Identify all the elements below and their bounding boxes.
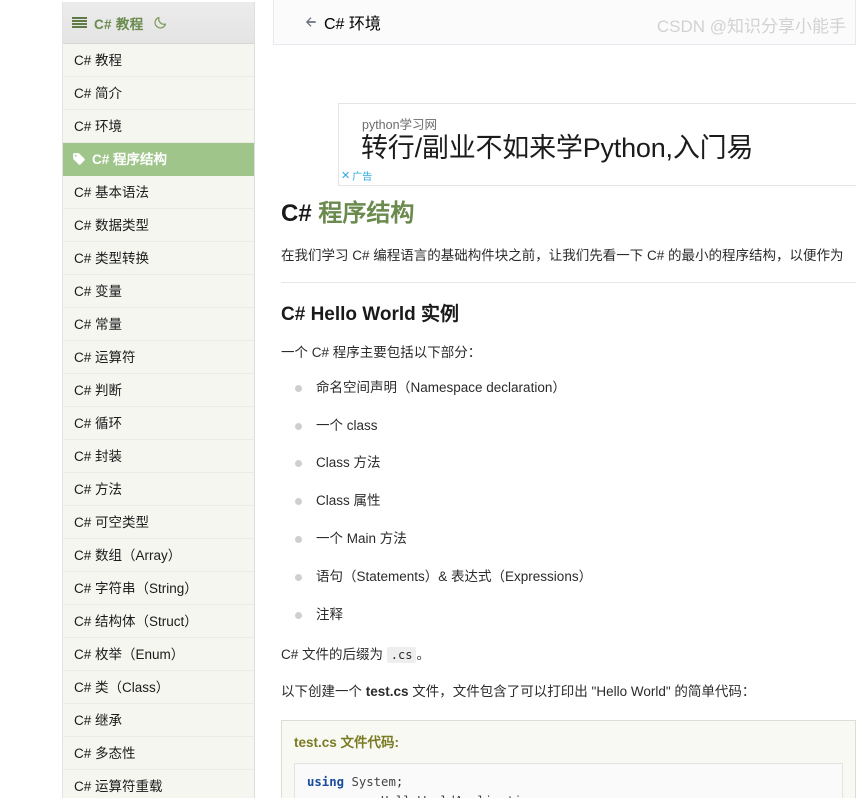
create-note-b: 文件，文件包含了可以打印出 "Hello World" 的简单代码： (408, 683, 756, 699)
sidebar-menu: C# 教程 C# 简介 C# 环境 C# 程序结构 C# 基本语法 C# 数据类型 C# 类… (63, 44, 254, 798)
page-root: C# 教程 C# 教程 C# 简介 C# 环境 C# 程序结构 C# 基本语法 C# 数据… (0, 0, 856, 798)
section-divider (281, 281, 856, 283)
breadcrumb: C# 环境 (273, 0, 856, 45)
sidebar-item-11[interactable]: C# 循环 (63, 407, 254, 440)
feature-list-item: 一个 class (295, 417, 856, 436)
sidebar-title: C# 教程 (94, 16, 144, 32)
sidebar-item-label: C# 程序结构 (92, 151, 168, 167)
sidebar-item-5[interactable]: C# 数据类型 (63, 209, 254, 242)
sidebar-item-21[interactable]: C# 多态性 (63, 737, 254, 770)
list-intro-paragraph: 一个 C# 程序主要包括以下部分： (281, 344, 482, 360)
sidebar-item-17[interactable]: C# 结构体（Struct） (63, 605, 254, 638)
inline-code-cs: .cs (386, 646, 417, 663)
sidebar-header: C# 教程 (63, 2, 254, 44)
page-title-accent: 程序结构 (318, 200, 415, 227)
code-block[interactable]: using System; namespace HelloWorldApplic… (294, 763, 843, 798)
section-heading: C# Hello World 实例 (281, 303, 460, 325)
sidebar-item-18[interactable]: C# 枚举（Enum） (63, 638, 254, 671)
sidebar: C# 教程 C# 教程 C# 简介 C# 环境 C# 程序结构 C# 基本语法 C# 数据… (62, 2, 255, 798)
sidebar-item-6[interactable]: C# 类型转换 (63, 242, 254, 275)
tag-icon (73, 153, 85, 165)
sidebar-item-12[interactable]: C# 封装 (63, 440, 254, 473)
breadcrumb-label[interactable]: C# 环境 (324, 10, 381, 34)
create-file-paragraph: 以下创建一个 test.cs 文件，文件包含了可以打印出 "Hello Worl… (281, 681, 856, 704)
feature-list-item: Class 属性 (295, 492, 856, 511)
create-note-filename: test.cs (365, 683, 409, 699)
sidebar-item-20[interactable]: C# 继承 (63, 704, 254, 737)
sidebar-item-7[interactable]: C# 变量 (63, 275, 254, 308)
feature-list-item: Class 方法 (295, 454, 856, 473)
sidebar-item-0[interactable]: C# 教程 (63, 44, 254, 77)
file-suffix-text-after: 。 (416, 646, 430, 662)
file-suffix-text-before: C# 文件的后缀为 (281, 646, 387, 662)
main-panel: C# 环境 python学习网 转行/副业不如来学Python,入门易 ✕ 广告… (273, 0, 856, 798)
feature-list-item: 语句（Statements）& 表达式（Expressions） (295, 568, 856, 587)
code-caption: test.cs 文件代码: (294, 734, 400, 750)
page-title: C# 程序结构 (281, 200, 856, 229)
create-note-a: 以下创建一个 (281, 683, 366, 699)
ad-label-group[interactable]: ✕ 广告 (341, 168, 372, 183)
sidebar-item-8[interactable]: C# 常量 (63, 308, 254, 341)
sidebar-item-22[interactable]: C# 运算符重载 (63, 770, 254, 798)
sidebar-item-19[interactable]: C# 类（Class） (63, 671, 254, 704)
sidebar-item-14[interactable]: C# 可空类型 (63, 506, 254, 539)
ad-headline: 转行/副业不如来学Python,入门易 (361, 133, 754, 163)
sidebar-item-9[interactable]: C# 运算符 (63, 341, 254, 374)
article: C# 程序结构 在我们学习 C# 编程语言的基础构件块之前，让我们先看一下 C#… (281, 200, 856, 798)
ad-label-text: 广告 (352, 172, 373, 183)
hamburger-icon[interactable] (72, 16, 87, 29)
sidebar-item-4[interactable]: C# 基本语法 (63, 176, 254, 209)
feature-list-item: 注释 (295, 606, 856, 625)
advertisement-banner[interactable]: python学习网 转行/副业不如来学Python,入门易 ✕ 广告 (338, 103, 856, 186)
feature-list-item: 一个 Main 方法 (295, 530, 856, 549)
intro-paragraph: 在我们学习 C# 编程语言的基础构件块之前，让我们先看一下 C# 的最小的程序结… (281, 247, 844, 263)
moon-icon[interactable] (153, 15, 168, 30)
sidebar-item-active[interactable]: C# 程序结构 (63, 143, 254, 176)
back-arrow-icon[interactable] (304, 15, 318, 29)
sidebar-item-16[interactable]: C# 字符串（String） (63, 572, 254, 605)
sidebar-item-13[interactable]: C# 方法 (63, 473, 254, 506)
page-title-prefix: C# (281, 200, 319, 227)
file-suffix-paragraph: C# 文件的后缀为 .cs。 (281, 644, 856, 667)
sidebar-item-10[interactable]: C# 判断 (63, 374, 254, 407)
sidebar-item-15[interactable]: C# 数组（Array） (63, 539, 254, 572)
code-example-box: test.cs 文件代码: using System; namespace He… (281, 719, 856, 798)
sidebar-item-1[interactable]: C# 简介 (63, 77, 254, 110)
sidebar-item-2[interactable]: C# 环境 (63, 110, 254, 143)
close-x-icon[interactable]: ✕ (341, 169, 350, 182)
feature-list-item: 命名空间声明（Namespace declaration） (295, 379, 856, 398)
feature-list: 命名空间声明（Namespace declaration） 一个 class Cla… (281, 379, 856, 625)
